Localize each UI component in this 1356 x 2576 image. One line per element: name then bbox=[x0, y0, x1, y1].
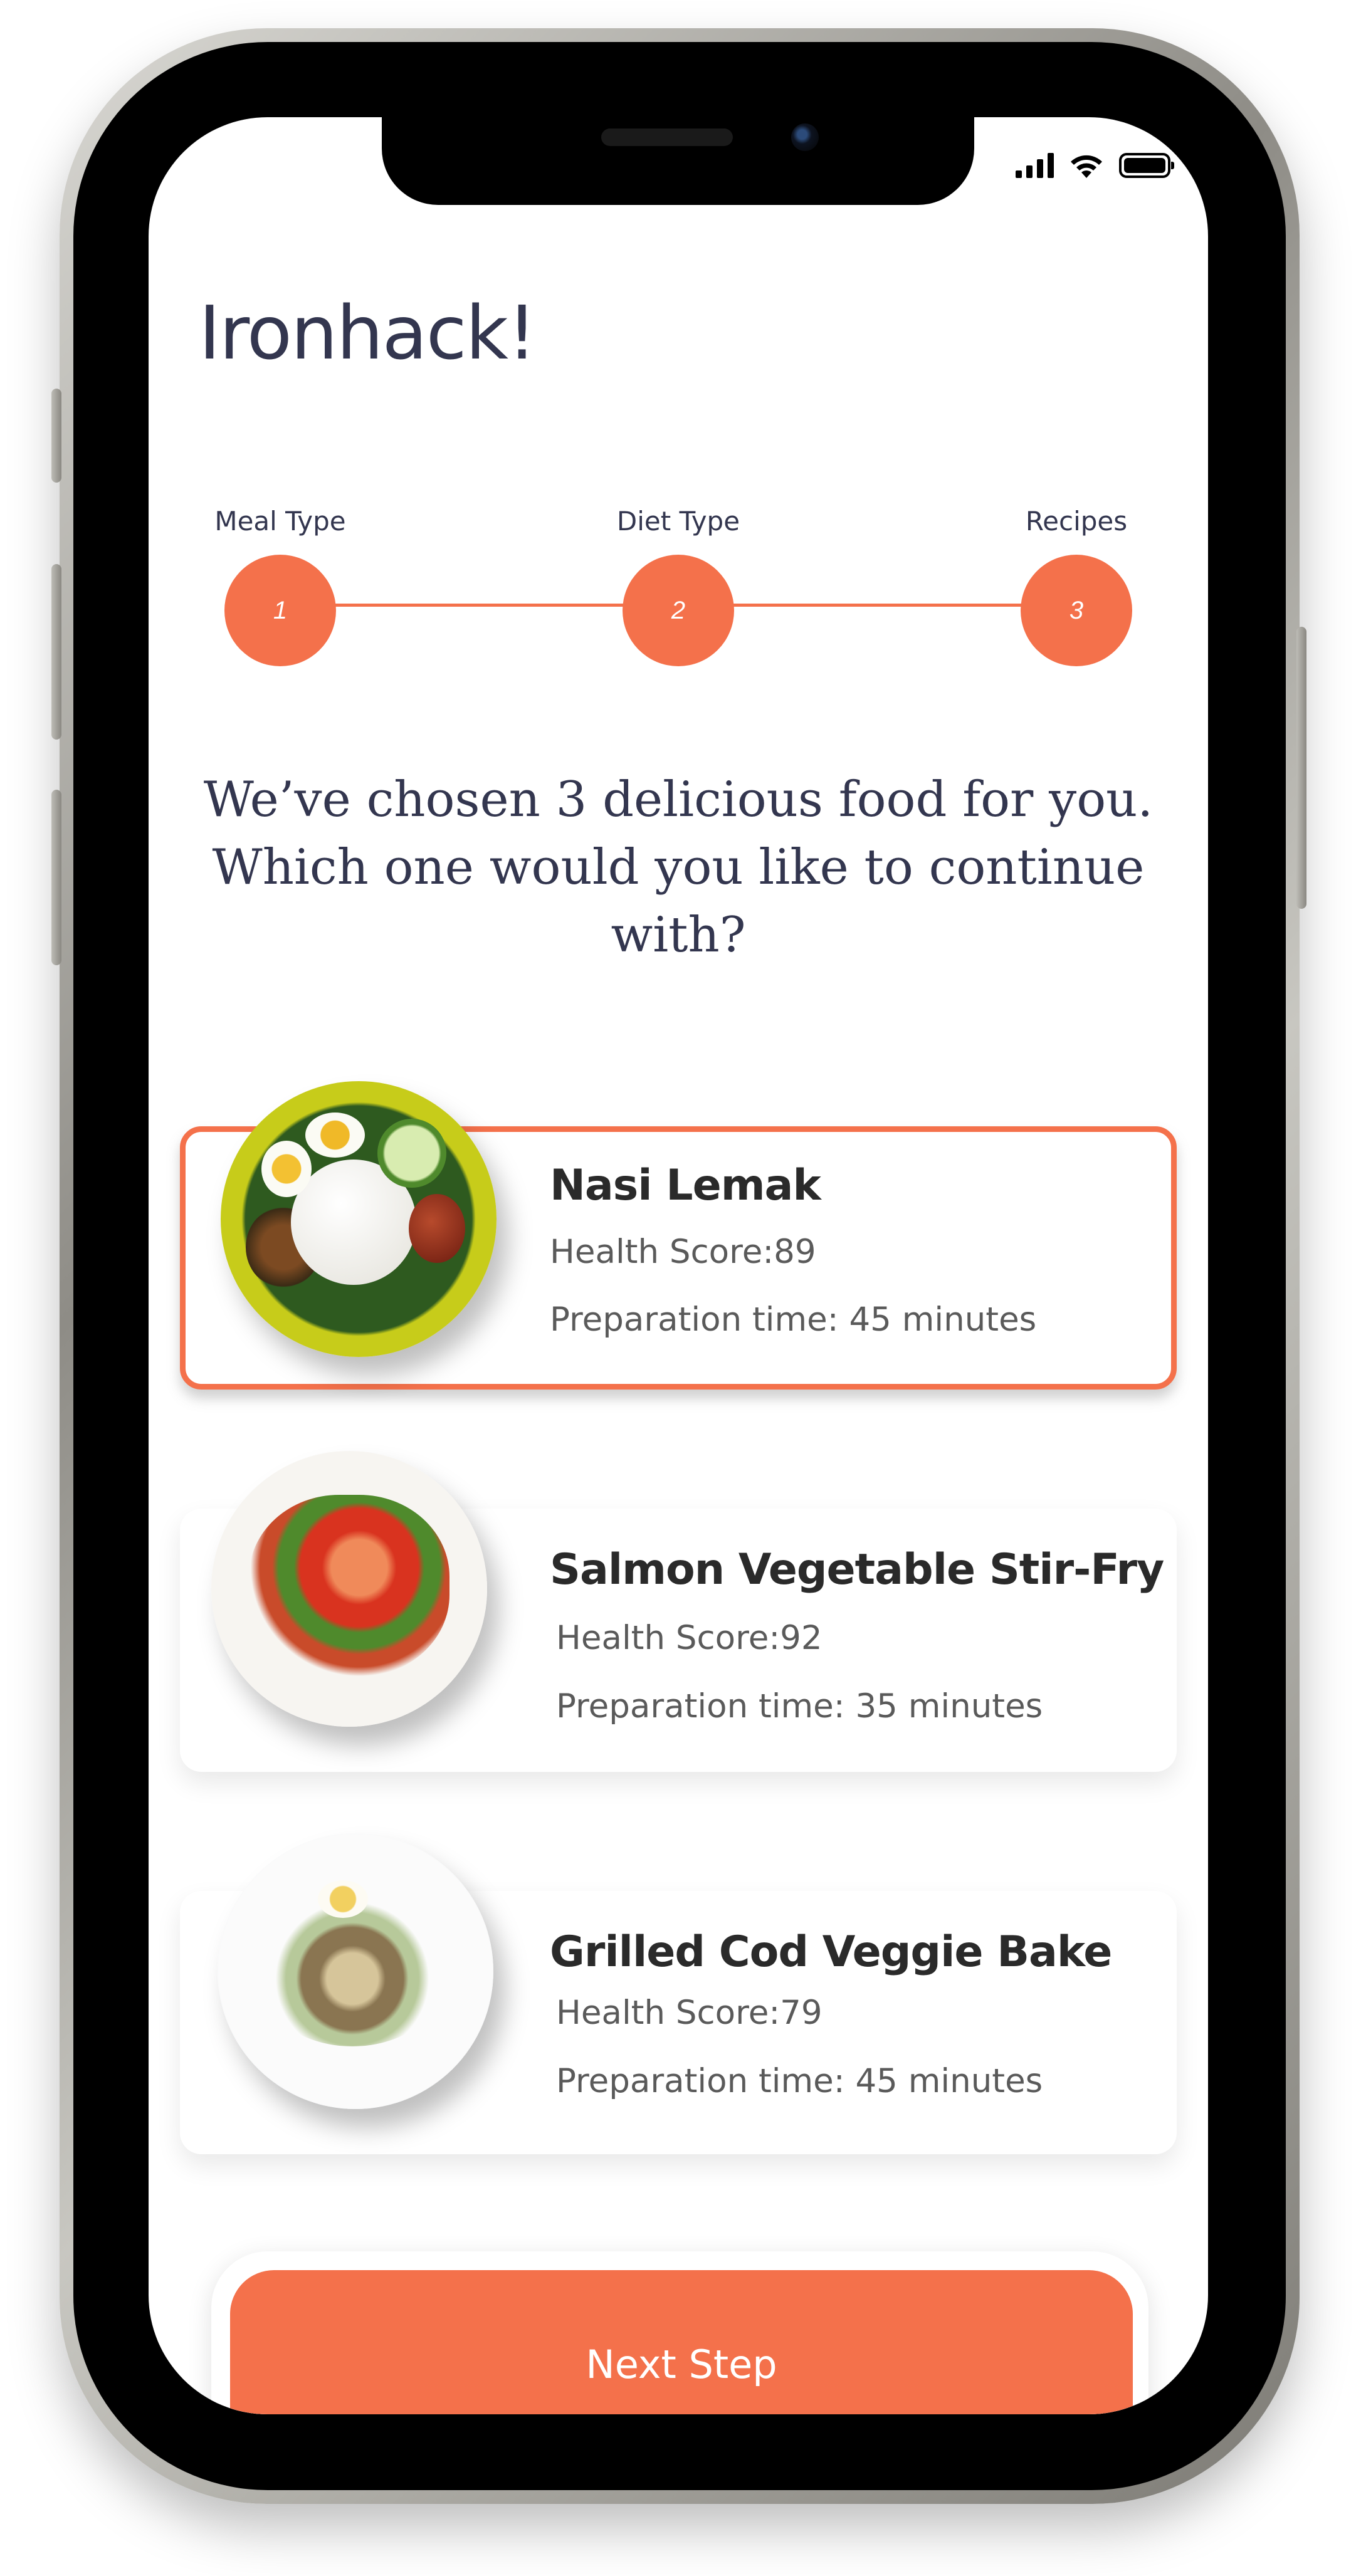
volume-up-button bbox=[51, 564, 61, 740]
step-number: 3 bbox=[1021, 555, 1132, 666]
step-recipes[interactable]: Recipes 3 bbox=[945, 506, 1208, 666]
front-camera bbox=[791, 123, 819, 151]
volume-down-button bbox=[51, 790, 61, 965]
recipe-name: Grilled Cod Veggie Bake bbox=[550, 1927, 1112, 1977]
next-step-button[interactable]: Next Step bbox=[230, 2270, 1133, 2414]
step-label: Diet Type bbox=[616, 506, 740, 537]
health-score: Health Score:89 bbox=[550, 1233, 816, 1271]
prep-time: Preparation time: 45 minutes bbox=[550, 1301, 1037, 1339]
health-score: Health Score:79 bbox=[556, 1994, 823, 2032]
mute-switch bbox=[51, 389, 61, 483]
earpiece-speaker bbox=[601, 128, 733, 146]
status-bar bbox=[1016, 152, 1174, 179]
app-title: Ironhack! bbox=[199, 290, 537, 376]
battery-icon bbox=[1119, 153, 1174, 178]
prep-time: Preparation time: 45 minutes bbox=[556, 2062, 1043, 2100]
recipe-prompt: We’ve chosen 3 delicious food for you. W… bbox=[203, 772, 1154, 963]
step-diet-type[interactable]: Diet Type 2 bbox=[547, 506, 810, 666]
wifi-icon bbox=[1071, 155, 1102, 178]
salmon-stir-fry-image bbox=[211, 1451, 487, 1727]
grilled-cod-image bbox=[218, 1833, 493, 2109]
recipe-name: Salmon Vegetable Stir-Fry bbox=[550, 1545, 1164, 1594]
notch bbox=[382, 117, 974, 205]
signal-icon bbox=[1016, 153, 1054, 178]
step-number: 2 bbox=[623, 555, 734, 666]
step-meal-type[interactable]: Meal Type 1 bbox=[149, 506, 412, 666]
progress-stepper: Meal Type 1 Diet Type 2 Recipes 3 bbox=[149, 506, 1208, 669]
app-screen: Ironhack! Meal Type 1 Diet Type 2 Recipe… bbox=[149, 117, 1208, 2414]
power-button bbox=[1296, 627, 1306, 909]
recipe-name: Nasi Lemak bbox=[550, 1161, 821, 1210]
step-label: Meal Type bbox=[214, 506, 346, 537]
nasi-lemak-image bbox=[221, 1081, 497, 1357]
step-label: Recipes bbox=[1025, 506, 1128, 537]
step-number: 1 bbox=[224, 555, 336, 666]
health-score: Health Score:92 bbox=[556, 1619, 823, 1657]
prep-time: Preparation time: 35 minutes bbox=[556, 1687, 1043, 1725]
